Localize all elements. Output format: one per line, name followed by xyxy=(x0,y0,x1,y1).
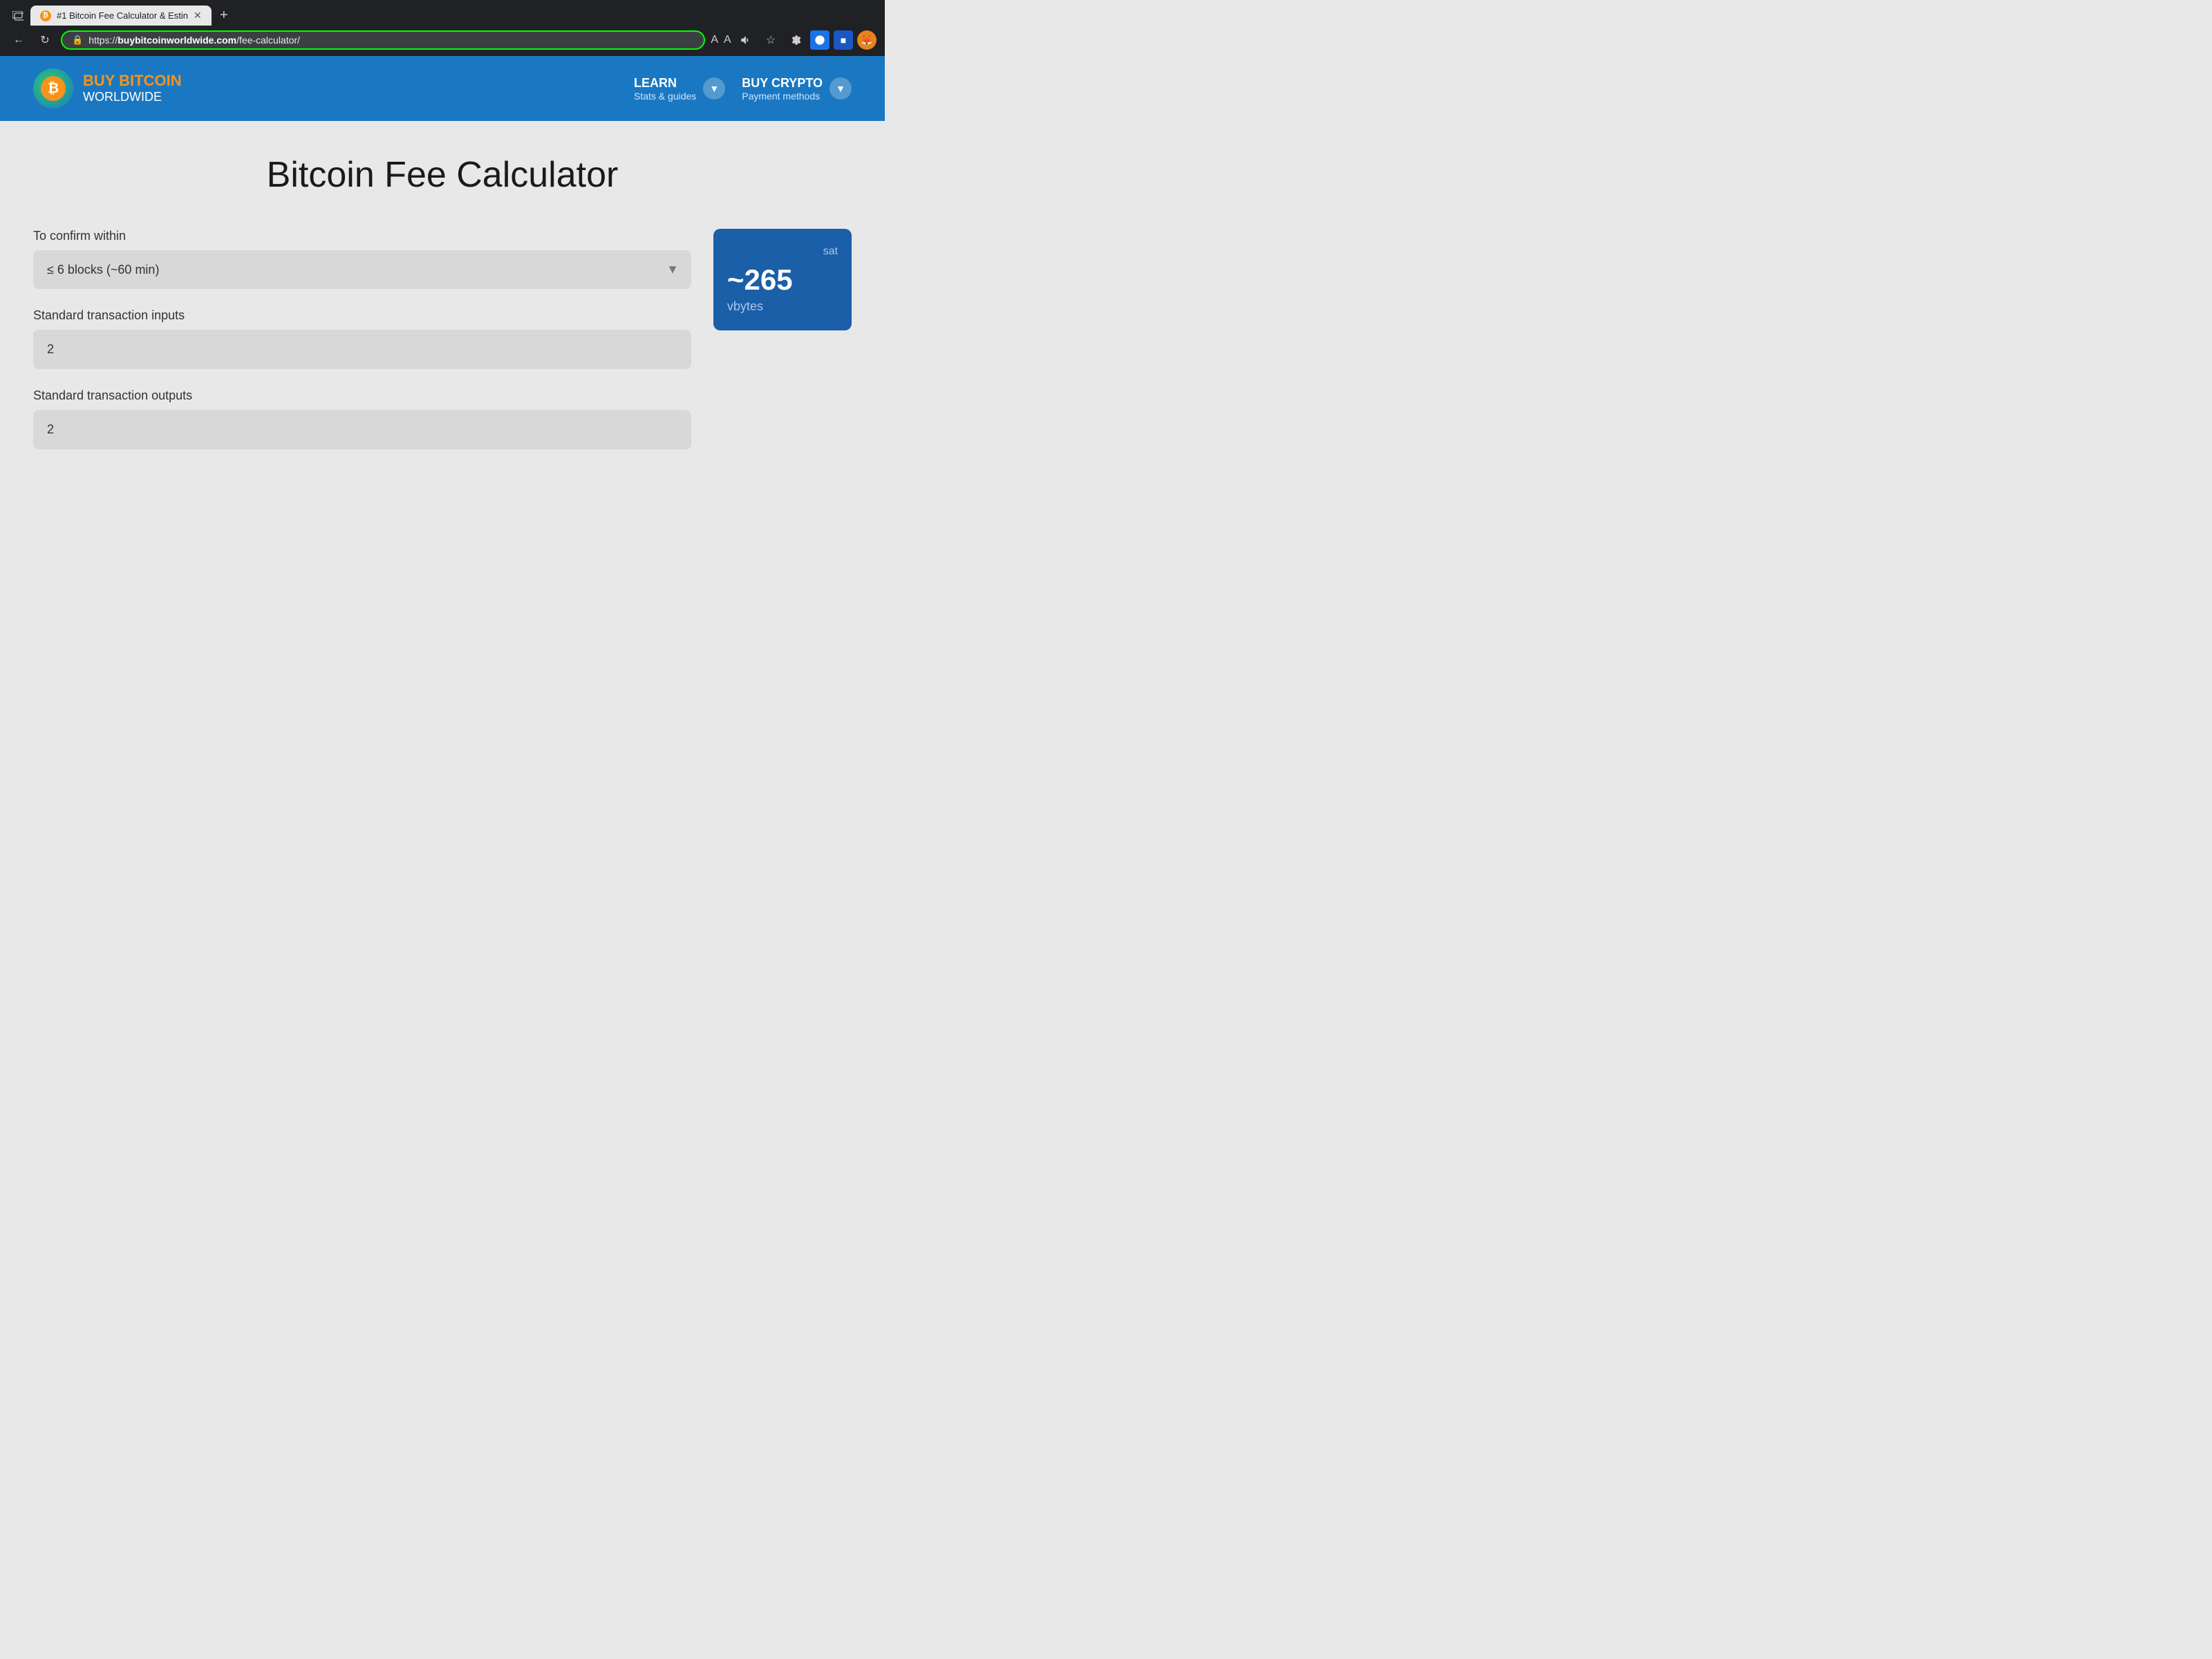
site-logo[interactable]: ₿ BUY BITCOIN WORLDWIDE xyxy=(33,68,182,109)
confirm-within-select-wrapper: ≤ 6 blocks (~60 min) ▼ xyxy=(33,250,691,289)
nav-buy-crypto-chevron[interactable]: ▼ xyxy=(830,77,852,100)
calculator-layout: To confirm within ≤ 6 blocks (~60 min) ▼… xyxy=(33,229,852,469)
outputs-field[interactable] xyxy=(33,410,691,449)
nav-buy-crypto-sub: Payment methods xyxy=(742,91,823,102)
page-title: Bitcoin Fee Calculator xyxy=(33,154,852,196)
address-bar-row: ← ↻ 🔒 https://buybitcoinworldwide.com/fe… xyxy=(0,26,885,56)
back-button[interactable]: ← xyxy=(8,30,29,50)
outputs-label: Standard transaction outputs xyxy=(33,388,691,403)
inputs-group: Standard transaction inputs xyxy=(33,308,691,369)
nav-learn-chevron[interactable]: ▼ xyxy=(703,77,725,100)
confirm-within-label: To confirm within xyxy=(33,229,691,243)
reader-mode-button[interactable]: A A xyxy=(711,30,731,50)
logo-text: BUY BITCOIN WORLDWIDE xyxy=(83,72,182,105)
logo-globe: ₿ xyxy=(33,68,73,109)
browser-chrome: ₿ #1 Bitcoin Fee Calculator & Estin ✕ + xyxy=(0,0,885,26)
site-header: ₿ BUY BITCOIN WORLDWIDE LEARN Stats & gu… xyxy=(0,56,885,121)
tab-favicon: ₿ xyxy=(40,10,51,21)
inputs-field[interactable] xyxy=(33,330,691,369)
nav-learn-sub: Stats & guides xyxy=(634,91,696,102)
main-content: Bitcoin Fee Calculator To confirm within… xyxy=(0,121,885,536)
extensions-button[interactable] xyxy=(785,30,806,50)
lock-icon: 🔒 xyxy=(72,35,83,46)
confirm-within-select[interactable]: ≤ 6 blocks (~60 min) xyxy=(33,250,691,289)
tab-close-button[interactable]: ✕ xyxy=(194,10,202,21)
outputs-group: Standard transaction outputs xyxy=(33,388,691,449)
result-unit-label: sat xyxy=(727,245,838,258)
window-tab-icon[interactable] xyxy=(8,6,28,26)
logo-btc-icon: ₿ xyxy=(41,76,66,101)
tab-bar: ₿ #1 Bitcoin Fee Calculator & Estin ✕ + xyxy=(8,6,877,26)
favorites-button[interactable]: ☆ xyxy=(760,30,781,50)
new-tab-button[interactable]: + xyxy=(214,6,234,26)
confirm-within-group: To confirm within ≤ 6 blocks (~60 min) ▼ xyxy=(33,229,691,289)
nav-buy-crypto-label: BUY CRYPTO xyxy=(742,76,823,91)
extension-icon-metamask[interactable]: 🦊 xyxy=(857,30,877,50)
inputs-label: Standard transaction inputs xyxy=(33,308,691,323)
logo-worldwide: WORLDWIDE xyxy=(83,90,182,105)
result-panel: sat ~265 vbytes xyxy=(713,229,852,330)
nav-learn-label: LEARN xyxy=(634,76,696,91)
address-bar[interactable]: 🔒 https://buybitcoinworldwide.com/fee-ca… xyxy=(61,30,705,50)
calculator-form: To confirm within ≤ 6 blocks (~60 min) ▼… xyxy=(33,229,691,469)
active-tab[interactable]: ₿ #1 Bitcoin Fee Calculator & Estin ✕ xyxy=(30,6,212,26)
nav-buy-crypto[interactable]: BUY CRYPTO Payment methods ▼ xyxy=(742,76,852,102)
reload-button[interactable]: ↻ xyxy=(35,30,55,50)
extension-icon-blue[interactable] xyxy=(810,30,830,50)
toolbar-icons: A A ☆ ■ 🦊 xyxy=(711,30,877,50)
logo-buy-bitcoin: BUY BITCOIN xyxy=(83,72,182,90)
read-aloud-button[interactable] xyxy=(735,30,756,50)
extension-icon-shield[interactable]: ■ xyxy=(834,30,853,50)
nav-learn[interactable]: LEARN Stats & guides ▼ xyxy=(634,76,725,102)
result-unit: vbytes xyxy=(727,299,838,314)
tab-title: #1 Bitcoin Fee Calculator & Estin xyxy=(57,10,188,21)
address-text: https://buybitcoinworldwide.com/fee-calc… xyxy=(88,35,694,46)
nav-items: LEARN Stats & guides ▼ BUY CRYPTO Paymen… xyxy=(634,76,852,102)
result-value: ~265 xyxy=(727,263,838,297)
